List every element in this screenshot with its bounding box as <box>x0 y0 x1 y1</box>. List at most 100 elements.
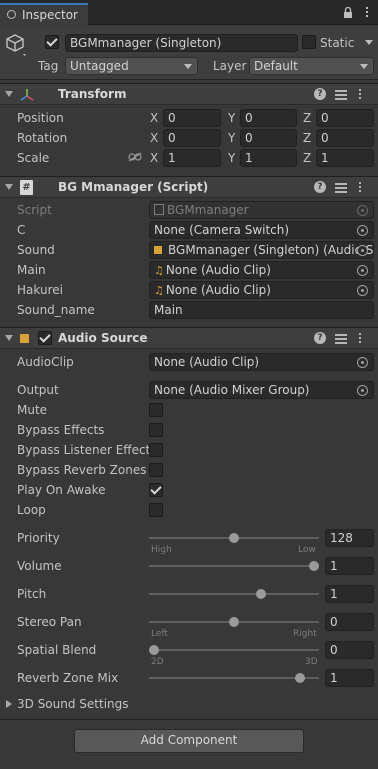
axis-x-label[interactable]: X <box>150 111 158 125</box>
scale-x-field[interactable]: 1 <box>163 149 221 167</box>
object-picker-icon[interactable] <box>357 265 368 276</box>
axis-x-label[interactable]: X <box>150 151 158 165</box>
axis-z-label[interactable]: Z <box>303 151 311 165</box>
audio-source-header[interactable]: Audio Source ? <box>0 327 378 349</box>
object-picker-icon[interactable] <box>357 385 368 396</box>
object-picker-icon[interactable] <box>357 357 368 368</box>
stereo-pan-label: Stereo Pan <box>17 615 82 629</box>
foldout-arrow-icon[interactable] <box>6 700 12 708</box>
tag-value: Untagged <box>70 59 129 73</box>
component-menu-icon[interactable] <box>358 88 362 100</box>
spatial-blend-slider-track[interactable] <box>149 649 319 651</box>
add-component-button[interactable]: Add Component <box>74 729 304 753</box>
chevron-down-icon <box>184 64 192 69</box>
rotation-z-field[interactable]: 0 <box>316 129 374 147</box>
script-header[interactable]: # BG Mmanager (Script) ? <box>0 176 378 198</box>
help-icon[interactable]: ? <box>314 332 326 344</box>
help-icon[interactable]: ? <box>314 88 326 100</box>
axis-y-label[interactable]: Y <box>228 151 235 165</box>
volume-slider-thumb[interactable] <box>309 561 319 571</box>
rotation-y-field[interactable]: 0 <box>240 129 297 147</box>
main-field[interactable]: ♫ None (Audio Clip) <box>149 261 374 279</box>
bypass-listener-effects-label: Bypass Listener Effects <box>17 443 157 457</box>
gameobject-active-checkbox[interactable] <box>45 35 59 49</box>
foldout-arrow-icon[interactable] <box>5 91 13 97</box>
foldout-arrow-icon[interactable] <box>5 335 13 341</box>
component-menu-icon[interactable] <box>358 181 362 193</box>
scale-y-field[interactable]: 1 <box>240 149 297 167</box>
pitch-label: Pitch <box>17 587 47 601</box>
reverb-zone-mix-slider-thumb[interactable] <box>294 673 305 683</box>
spatial-blend-slider-thumb[interactable] <box>149 645 159 655</box>
position-x-field[interactable]: 0 <box>163 109 221 127</box>
component-menu-icon[interactable] <box>358 332 362 344</box>
pitch-field[interactable]: 1 <box>325 585 374 603</box>
c-field[interactable]: None (Camera Switch) <box>149 221 374 239</box>
static-checkbox[interactable] <box>302 35 316 49</box>
reverb-zone-mix-slider-track[interactable] <box>149 677 319 679</box>
axis-x-label[interactable]: X <box>150 131 158 145</box>
play-on-awake-checkbox[interactable] <box>149 483 163 497</box>
object-picker-icon[interactable] <box>357 225 368 236</box>
layer-dropdown[interactable]: Default <box>249 57 374 75</box>
presets-icon[interactable] <box>335 88 347 100</box>
pitch-slider-thumb[interactable] <box>256 589 267 599</box>
object-picker-icon[interactable] <box>357 285 368 296</box>
presets-icon[interactable] <box>335 181 347 193</box>
stereo-pan-slider-thumb[interactable] <box>229 617 239 627</box>
position-z-field[interactable]: 0 <box>316 109 374 127</box>
output-field[interactable]: None (Audio Mixer Group) <box>149 381 374 399</box>
axis-y-label[interactable]: Y <box>228 111 235 125</box>
output-label: Output <box>17 383 59 397</box>
gameobject-cube-icon[interactable] <box>5 33 27 59</box>
loop-label: Loop <box>17 503 46 517</box>
reverb-zone-mix-label: Reverb Zone Mix <box>17 671 119 685</box>
volume-slider-track[interactable] <box>149 565 319 567</box>
pitch-slider-track[interactable] <box>149 593 319 595</box>
tab-inspector[interactable]: Inspector <box>0 3 88 25</box>
gameobject-name-field[interactable]: BGMmanager (Singleton) <box>65 34 298 52</box>
audioclip-field[interactable]: None (Audio Clip) <box>149 353 374 371</box>
loop-checkbox[interactable] <box>149 503 163 517</box>
foldout-arrow-icon[interactable] <box>5 184 13 190</box>
audio-source-enabled-checkbox[interactable] <box>38 331 52 345</box>
transform-header[interactable]: Transform ? <box>0 83 378 105</box>
volume-field[interactable]: 1 <box>325 557 374 575</box>
tab-menu-icon[interactable] <box>365 7 369 19</box>
tag-dropdown[interactable]: Untagged <box>65 57 198 75</box>
mute-checkbox[interactable] <box>149 403 163 417</box>
help-icon[interactable]: ? <box>314 181 326 193</box>
axis-z-label[interactable]: Z <box>303 111 311 125</box>
spatial-blend-field[interactable]: 0 <box>325 641 374 659</box>
presets-icon[interactable] <box>335 332 347 344</box>
axis-z-label[interactable]: Z <box>303 131 311 145</box>
audio-header-icons: ? <box>314 332 370 346</box>
audio-source-icon <box>20 334 29 343</box>
sound-field-label: Sound <box>17 243 55 257</box>
reverb-zone-mix-field[interactable]: 1 <box>325 669 374 687</box>
scale-z-field[interactable]: 1 <box>316 149 374 167</box>
lock-icon[interactable] <box>343 7 353 18</box>
object-picker-icon[interactable] <box>357 245 368 256</box>
hakurei-field[interactable]: ♫ None (Audio Clip) <box>149 281 374 299</box>
object-picker-icon <box>357 205 368 216</box>
spatial-blend-label: Spatial Blend <box>17 643 97 657</box>
bypass-reverb-zones-label: Bypass Reverb Zones <box>17 463 147 477</box>
position-y-field[interactable]: 0 <box>240 109 297 127</box>
bypass-effects-checkbox[interactable] <box>149 423 163 437</box>
stereo-pan-field[interactable]: 0 <box>325 613 374 631</box>
priority-slider-thumb[interactable] <box>229 533 239 543</box>
constrain-proportions-icon[interactable] <box>128 152 142 162</box>
sound-field[interactable]: BGMmanager (Singleton) (Audio S <box>149 241 374 259</box>
static-dropdown-icon[interactable] <box>365 40 373 45</box>
bypass-reverb-zones-checkbox[interactable] <box>149 463 163 477</box>
3d-sound-settings-label[interactable]: 3D Sound Settings <box>17 697 129 711</box>
priority-field[interactable]: 128 <box>325 529 374 547</box>
rotation-x-field[interactable]: 0 <box>163 129 221 147</box>
axis-y-label[interactable]: Y <box>228 131 235 145</box>
transform-axes-icon <box>20 89 34 101</box>
bypass-listener-effects-checkbox[interactable] <box>149 443 163 457</box>
sound-name-label: Sound_name <box>17 303 95 317</box>
sound-name-field[interactable]: Main <box>149 301 374 319</box>
script-file-icon: # <box>20 180 33 195</box>
